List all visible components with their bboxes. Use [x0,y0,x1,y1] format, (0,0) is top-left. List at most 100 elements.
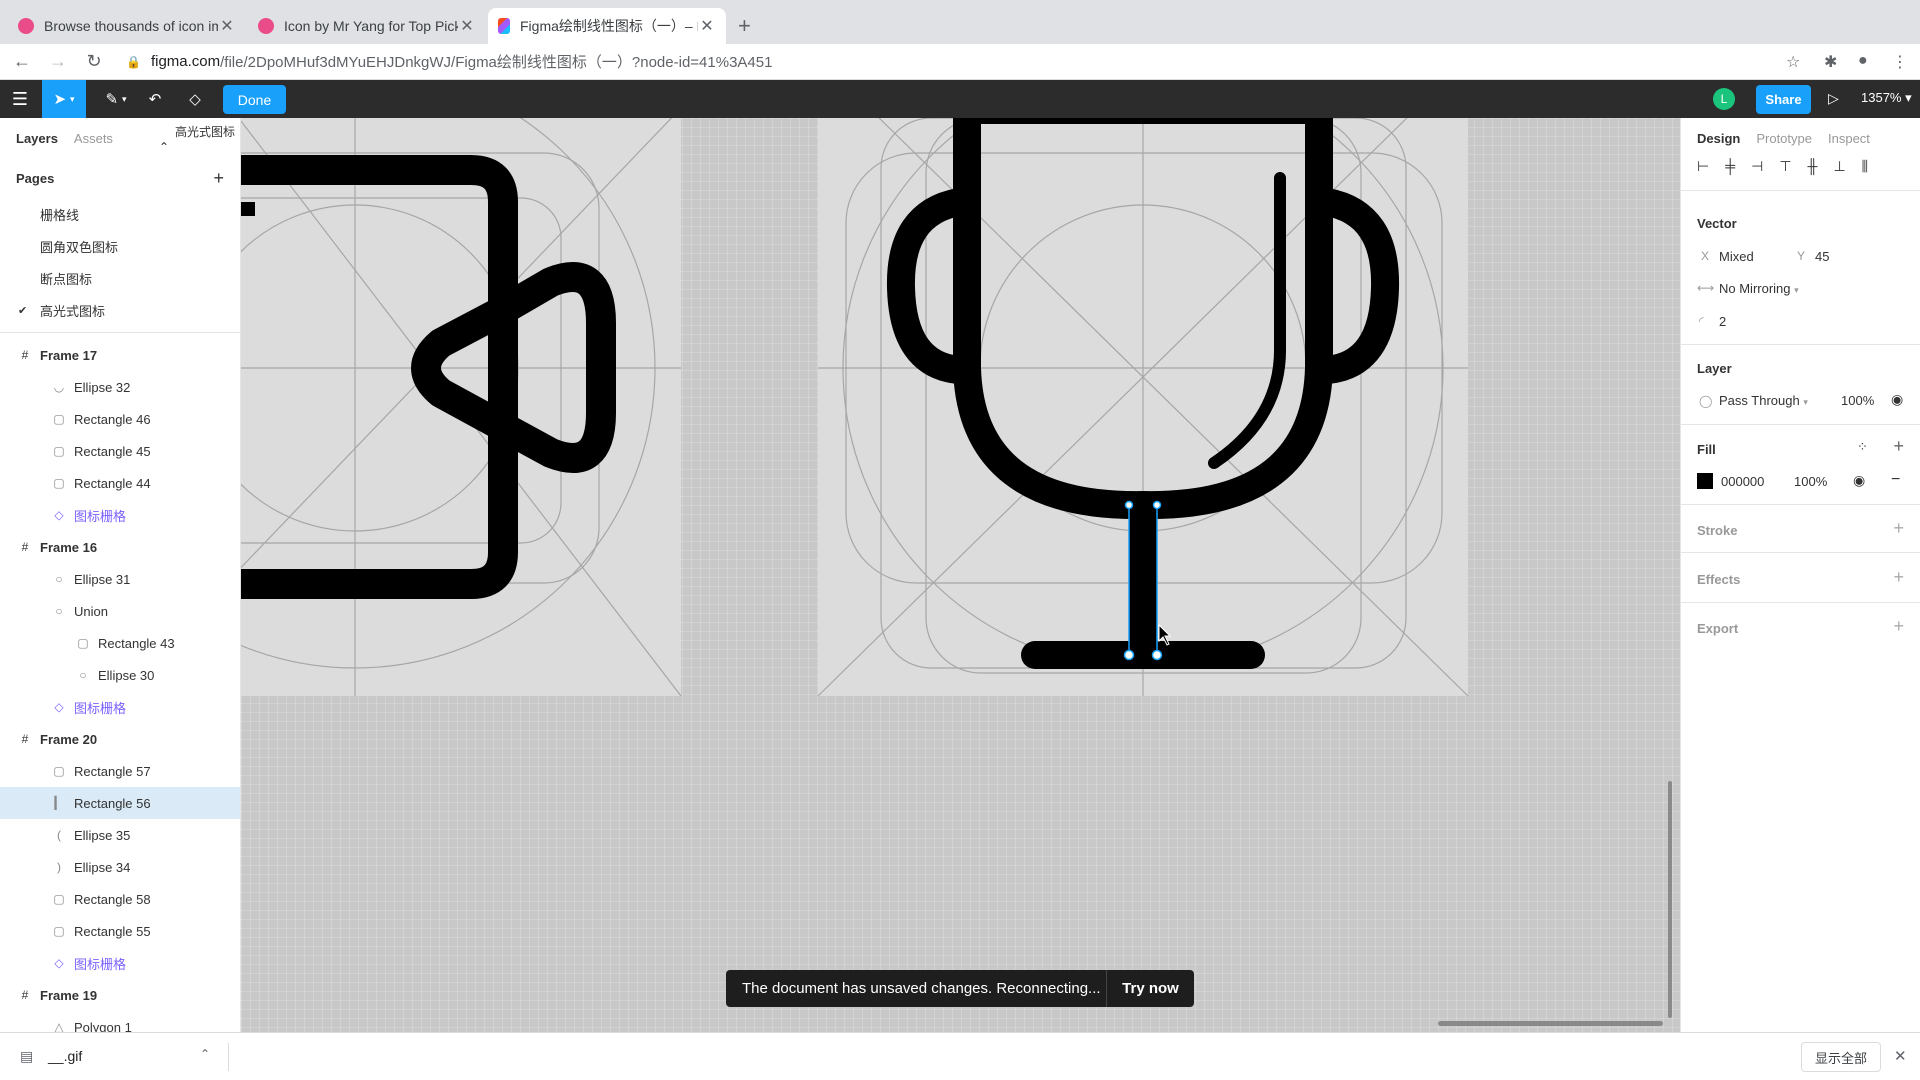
checkmark-icon: ✔ [18,304,28,317]
align-center-h-icon[interactable]: ╪ [1725,158,1735,175]
align-bottom-icon[interactable]: ⊥ [1833,158,1845,175]
horizontal-scrollbar[interactable] [1438,1021,1663,1026]
vector-section-title: Vector [1697,216,1737,231]
fill-hex-input[interactable]: 000000 [1721,474,1764,489]
layer-opacity-input[interactable]: 100% [1841,393,1874,408]
close-download-bar-icon[interactable]: ✕ [1894,1047,1907,1065]
file-icon: ▤ [20,1048,34,1064]
pen-tool-icon[interactable]: ✎ ▾ [96,80,136,118]
layer-row[interactable]: ▎ Rectangle 56 [0,787,240,819]
bend-tool-icon[interactable]: ↶ [140,80,170,118]
blend-mode-dropdown[interactable]: Pass Through ▾ [1719,393,1808,408]
done-button[interactable]: Done [223,85,286,114]
tab-inspect[interactable]: Inspect [1828,131,1870,146]
layer-label: 图标栅格 [74,956,127,972]
visibility-eye-icon[interactable]: ◉ [1891,391,1903,408]
forward-icon[interactable]: → [44,51,72,72]
fill-visibility-eye-icon[interactable]: ◉ [1853,472,1865,489]
mirroring-dropdown[interactable]: No Mirroring ▾ [1719,281,1799,296]
dribbble-favicon-icon [18,18,34,34]
remove-fill-icon[interactable]: − [1891,471,1900,489]
share-button[interactable]: Share [1756,85,1811,114]
present-play-icon[interactable]: ▷ [1828,90,1839,107]
zoom-dropdown[interactable]: 1357% ▾ [1861,90,1912,106]
fill-opacity-input[interactable]: 100% [1794,474,1827,489]
reload-icon[interactable]: ↻ [80,51,108,72]
layer-row-frame[interactable]: # Frame 20 [0,723,240,755]
tab-prototype[interactable]: Prototype [1756,131,1812,146]
corner-radius-input[interactable]: 2 [1719,314,1726,329]
fill-color-swatch[interactable] [1697,473,1713,489]
layer-row[interactable]: (Ellipse 35 [0,819,240,851]
add-effect-icon[interactable]: + [1893,567,1904,588]
layer-row[interactable]: ▢ Rectangle 43 [0,627,240,659]
align-top-icon[interactable]: ⊤ [1779,158,1791,175]
reconnect-toast: The document has unsaved changes. Reconn… [726,970,1194,1007]
layer-row[interactable]: ◡ Ellipse 32 [0,371,240,403]
close-tab-icon[interactable]: ✕ [218,16,236,36]
ellipse-icon: ○ [79,668,87,682]
layer-row[interactable]: △ Polygon 1 [0,1011,240,1033]
style-grid-icon[interactable]: ⁘ [1857,439,1868,455]
layer-row[interactable]: ▢ Rectangle 55 [0,915,240,947]
chevron-down-icon: ▾ [1803,397,1808,407]
new-tab-icon[interactable]: + [738,13,751,39]
figma-toolbar: ☰ ➤ ▾ ✎ ▾ ↶ ◇ [0,80,1920,118]
tab-assets[interactable]: Assets [74,131,113,146]
x-value-input[interactable]: Mixed [1719,249,1754,264]
show-all-button[interactable]: 显示全部 [1801,1042,1881,1072]
add-export-icon[interactable]: + [1893,616,1904,637]
layer-row[interactable]: ○ Ellipse 31 [0,563,240,595]
layer-row[interactable]: ▢ Rectangle 44 [0,467,240,499]
layer-row[interactable]: ○ Union [0,595,240,627]
page-item[interactable]: 栅格线 [0,198,240,230]
page-item[interactable]: 圆角双色图标 [0,230,240,262]
page-item-current[interactable]: ✔ 高光式图标 [0,294,240,326]
try-now-button[interactable]: Try now [1107,980,1194,997]
browser-tab-2[interactable]: Icon by Mr Yang for Top Pick S ✕ [248,8,486,44]
extensions-icon[interactable]: ✱ [1824,52,1837,72]
back-icon[interactable]: ← [8,51,36,72]
download-file-name[interactable]: __.gif [48,1048,82,1064]
close-tab-icon[interactable]: ✕ [458,16,476,36]
y-value-input[interactable]: 45 [1815,249,1829,264]
align-middle-v-icon[interactable]: ╫ [1808,158,1818,175]
layer-row[interactable]: ▢ Rectangle 46 [0,403,240,435]
main-menu-icon[interactable]: ☰ [0,80,40,118]
close-tab-icon[interactable]: ✕ [698,16,716,36]
layer-row-frame[interactable]: # Frame 17 [0,339,240,371]
add-page-icon[interactable]: + [213,168,224,189]
layer-row[interactable]: ◇ 图标栅格 [0,947,240,979]
tab-layers[interactable]: Layers [16,131,58,146]
move-tool-icon[interactable]: ➤ ▾ [42,80,86,118]
browser-tab-1[interactable]: Browse thousands of icon imag ✕ [8,8,246,44]
layer-row[interactable]: ▢ Rectangle 45 [0,435,240,467]
layer-row[interactable]: ◇ 图标栅格 [0,499,240,531]
layer-row[interactable]: ▢ Rectangle 58 [0,883,240,915]
layer-row-frame[interactable]: # Frame 16 [0,531,240,563]
paint-bucket-icon[interactable]: ◇ [180,80,210,118]
tab-design[interactable]: Design [1697,131,1740,146]
bookmark-star-icon[interactable]: ☆ [1786,52,1800,72]
chevron-up-icon[interactable]: ⌃ [200,1047,210,1061]
browser-tab-3-active[interactable]: Figma绘制线性图标（一）– Fig ✕ [488,8,726,44]
add-fill-icon[interactable]: + [1893,436,1904,457]
profile-icon[interactable]: ● [1858,52,1868,70]
browser-menu-icon[interactable]: ⋮ [1892,52,1908,72]
vertical-scrollbar[interactable] [1668,781,1672,1018]
layer-row-frame[interactable]: # Frame 19 [0,979,240,1011]
add-stroke-icon[interactable]: + [1893,518,1904,539]
canvas[interactable] [241,118,1680,1032]
avatar[interactable]: L [1713,88,1735,110]
url-field[interactable]: 🔒 figma.com/file/2DpoMHuf3dMYuEHJDnkgWJ/… [126,51,772,72]
align-right-icon[interactable]: ⊣ [1751,158,1763,175]
current-page-dropdown[interactable]: 高光式图标 ⌃ [159,123,240,154]
distribute-icon[interactable]: ⫼ [1862,158,1868,175]
layer-label: Rectangle 58 [74,891,151,907]
layer-row[interactable]: ) Ellipse 34 [0,851,240,883]
layer-row[interactable]: ○ Ellipse 30 [0,659,240,691]
page-item[interactable]: 断点图标 [0,262,240,294]
align-left-icon[interactable]: ⊢ [1697,158,1709,175]
layer-row[interactable]: ◇ 图标栅格 [0,691,240,723]
layer-row[interactable]: ▢ Rectangle 57 [0,755,240,787]
